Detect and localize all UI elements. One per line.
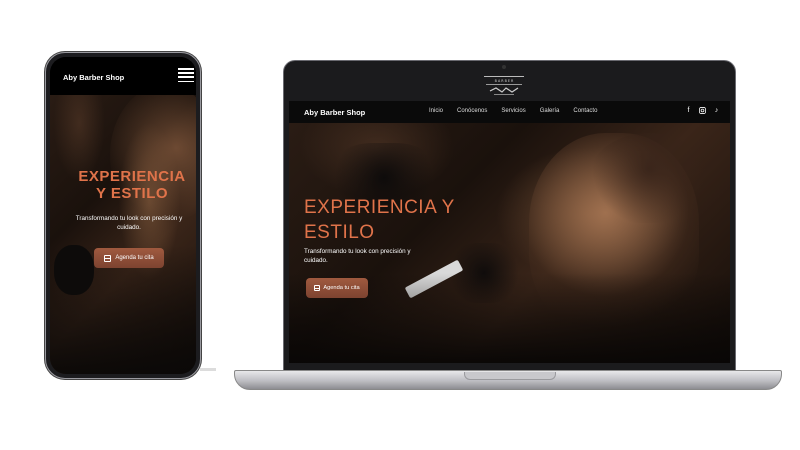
phone-navbar: Aby Barber Shop: [50, 57, 196, 95]
phone-hero-heading: EXPERIENCIA Y ESTILO: [78, 168, 186, 202]
phone-cta-label: Agenda tu cita: [115, 255, 154, 261]
laptop-base-groove: [464, 372, 556, 380]
svg-text:B A R B E R: B A R B E R: [495, 79, 514, 83]
calendar-icon: [314, 285, 321, 291]
barber-logo-icon: B A R B E R: [484, 76, 524, 95]
nav-item-inicio[interactable]: Inicio: [429, 108, 443, 114]
laptop-mockup: B A R B E R Aby Barber Shop Inicio Conóc…: [283, 60, 736, 372]
phone-mockup: Aby Barber Shop EXPERIENCIA Y ESTILO Tra…: [45, 52, 201, 379]
laptop-book-appointment-button[interactable]: Agenda tu cita: [306, 278, 368, 298]
laptop-hero-heading: EXPERIENCIA Y ESTILO: [304, 197, 455, 243]
phone-brand-title[interactable]: Aby Barber Shop: [63, 73, 124, 82]
phone-hero-subtitle: Transformando tu look con precisión y cu…: [75, 215, 183, 231]
laptop-camera: [502, 65, 506, 69]
nav-item-galeria[interactable]: Galería: [540, 108, 560, 114]
tiktok-icon[interactable]: ♪: [713, 107, 720, 115]
laptop-base: [234, 370, 782, 390]
laptop-cta-label: Agenda tu cita: [323, 285, 360, 291]
hamburger-icon[interactable]: [178, 68, 194, 84]
phone-book-appointment-button[interactable]: Agenda tu cita: [94, 248, 164, 268]
phone-side-button: [200, 368, 216, 371]
instagram-icon[interactable]: [699, 107, 706, 115]
laptop-navbar: Aby Barber Shop Inicio Conócenos Servici…: [289, 101, 730, 123]
calendar-icon: [104, 254, 112, 262]
facebook-icon[interactable]: f: [685, 107, 692, 115]
laptop-brand-title[interactable]: Aby Barber Shop: [304, 108, 365, 117]
phone-screen: Aby Barber Shop EXPERIENCIA Y ESTILO Tra…: [50, 57, 196, 374]
nav-item-conocenos[interactable]: Conócenos: [457, 108, 487, 114]
laptop-hero-subtitle: Transformando tu look con precisión y cu…: [304, 248, 411, 264]
laptop-nav-menu: Inicio Conócenos Servicios Galería Conta…: [429, 108, 597, 114]
phone-hero-image: [50, 95, 196, 374]
nav-item-servicios[interactable]: Servicios: [501, 108, 525, 114]
nav-item-contacto[interactable]: Contacto: [573, 108, 597, 114]
laptop-screen: Aby Barber Shop Inicio Conócenos Servici…: [289, 101, 730, 363]
social-links: f ♪: [685, 107, 720, 115]
